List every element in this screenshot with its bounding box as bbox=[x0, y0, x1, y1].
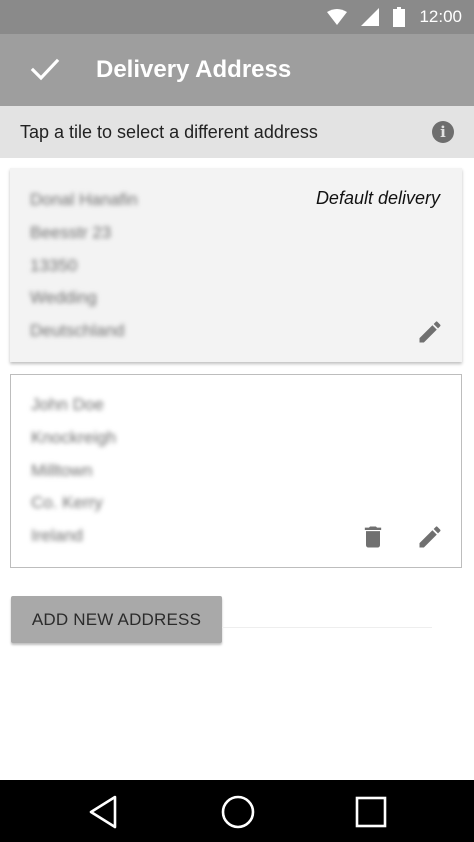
status-bar: 12:00 bbox=[0, 0, 474, 34]
address-line: Donal Hanafin bbox=[30, 190, 138, 209]
address-line: Milltown bbox=[31, 461, 93, 480]
hint-text: Tap a tile to select a different address bbox=[20, 122, 318, 142]
home-icon[interactable] bbox=[218, 794, 258, 830]
page-title: Delivery Address bbox=[96, 56, 292, 83]
add-new-address-button[interactable]: ADD NEW ADDRESS bbox=[11, 596, 222, 643]
address-line: Beesstr 23 bbox=[30, 223, 112, 242]
wifi-icon bbox=[327, 9, 348, 25]
address-line: Wedding bbox=[30, 288, 97, 307]
status-time: 12:00 bbox=[419, 7, 462, 26]
battery-icon bbox=[393, 7, 406, 27]
address-tile-default[interactable]: Donal Hanafin Beesstr 23 13350 Wedding D… bbox=[10, 168, 462, 362]
hint-bar: Tap a tile to select a different address… bbox=[0, 106, 474, 158]
back-icon[interactable] bbox=[85, 794, 125, 830]
default-delivery-badge: Default delivery bbox=[315, 188, 440, 208]
signal-icon bbox=[361, 8, 380, 26]
address-line: 13350 bbox=[30, 256, 78, 275]
edit-icon[interactable] bbox=[416, 318, 444, 346]
check-icon[interactable] bbox=[30, 56, 60, 84]
address-line: Knockreigh bbox=[31, 428, 117, 447]
status-icons: 12:00 bbox=[327, 0, 462, 34]
divider bbox=[222, 627, 432, 628]
edit-icon[interactable] bbox=[416, 523, 444, 551]
address-line: Deutschland bbox=[30, 321, 125, 340]
info-icon[interactable]: i bbox=[432, 121, 454, 143]
address-line: Ireland bbox=[31, 526, 83, 545]
app-bar: Delivery Address bbox=[0, 34, 474, 106]
recents-icon[interactable] bbox=[351, 794, 391, 830]
address-line: Co. Kerry bbox=[31, 493, 103, 512]
navigation-bar bbox=[0, 780, 474, 842]
address-line: John Doe bbox=[31, 395, 104, 414]
delete-icon[interactable] bbox=[359, 523, 387, 551]
address-tile[interactable]: John Doe Knockreigh Milltown Co. Kerry I… bbox=[10, 374, 462, 568]
